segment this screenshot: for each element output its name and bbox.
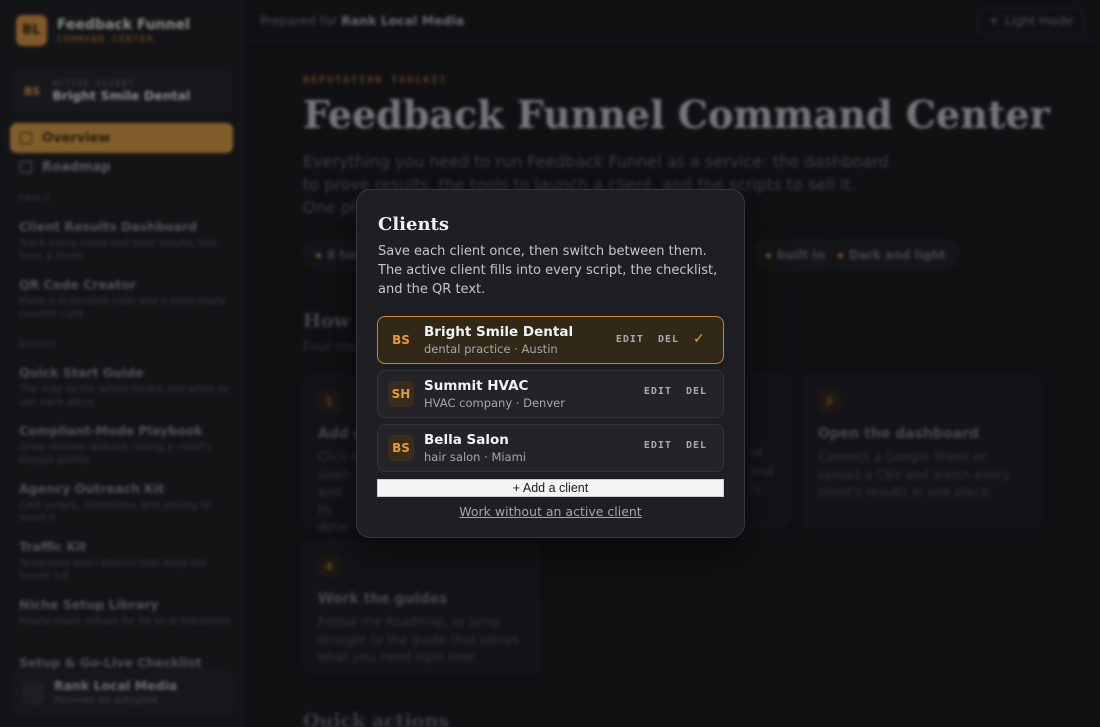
client-row-bright-smile-dental[interactable]: BS Bright Smile Dental dental practice ·…	[377, 316, 724, 364]
modal-description: Save each client once, then switch betwe…	[378, 244, 718, 297]
client-row-bella-salon[interactable]: BS Bella Salon hair salon · Miami EDIT D…	[377, 424, 724, 472]
edit-client-button[interactable]: EDIT	[616, 334, 644, 345]
client-row-summit-hvac[interactable]: SH Summit HVAC HVAC company · Denver EDI…	[377, 370, 724, 418]
client-name: Bella Salon	[424, 432, 509, 448]
client-badge: BS	[392, 333, 410, 347]
work-without-client-link[interactable]: Work without an active client	[357, 504, 744, 519]
delete-client-button[interactable]: DEL	[686, 386, 707, 397]
modal-title: Clients	[378, 214, 449, 235]
add-client-button[interactable]: + Add a client	[377, 479, 724, 497]
client-badge: BS	[388, 435, 414, 461]
client-details: hair salon · Miami	[424, 450, 527, 464]
delete-client-button[interactable]: DEL	[686, 440, 707, 451]
delete-client-button[interactable]: DEL	[658, 334, 679, 345]
client-badge: SH	[388, 381, 414, 407]
client-name: Summit HVAC	[424, 378, 529, 394]
edit-client-button[interactable]: EDIT	[644, 386, 672, 397]
client-name: Bright Smile Dental	[424, 324, 574, 340]
edit-client-button[interactable]: EDIT	[644, 440, 672, 451]
clients-modal: Clients Save each client once, then swit…	[356, 189, 745, 538]
client-details: dental practice · Austin	[424, 342, 558, 356]
client-details: HVAC company · Denver	[424, 396, 565, 410]
check-icon: ✓	[693, 331, 705, 347]
